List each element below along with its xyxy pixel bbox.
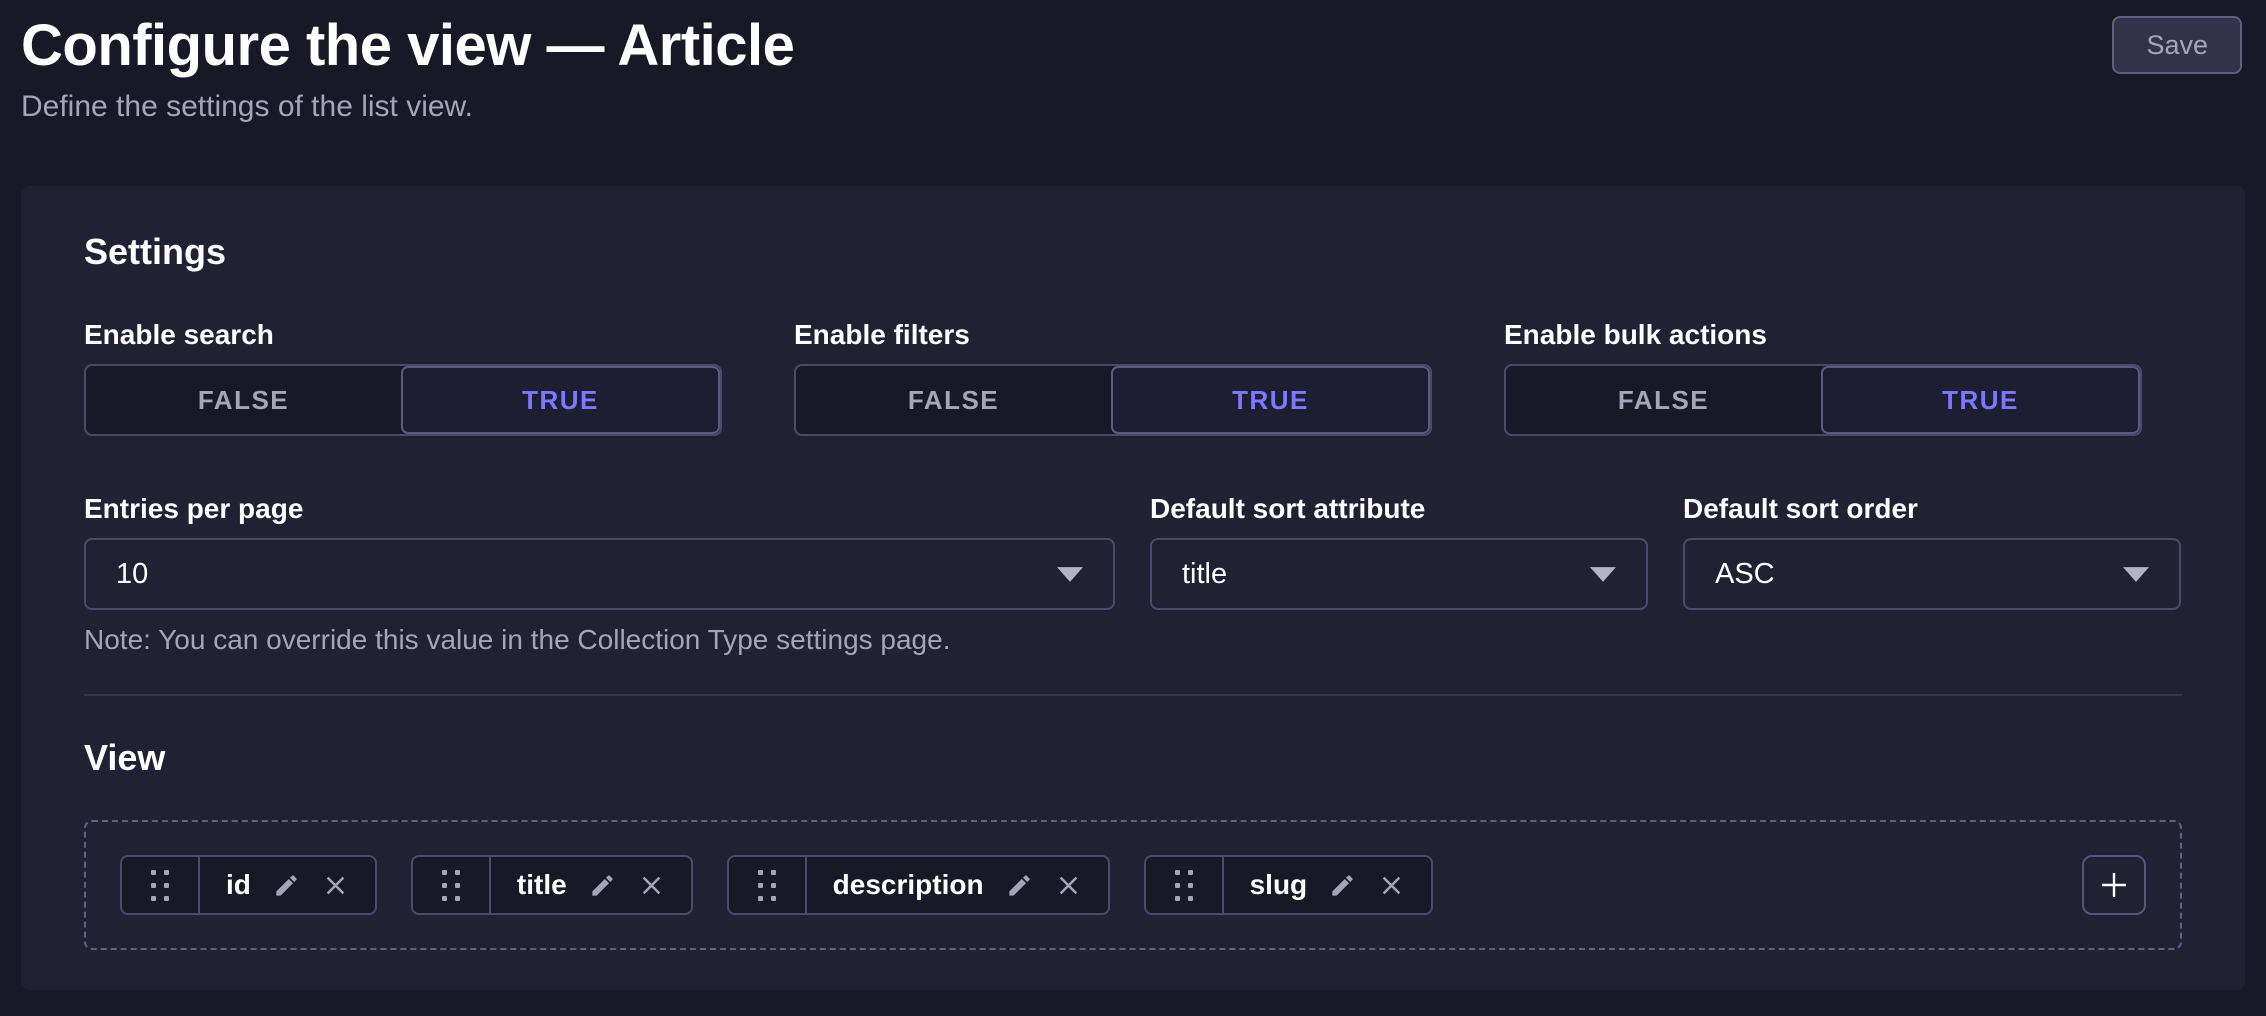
drag-handle[interactable] xyxy=(729,857,807,913)
settings-heading: Settings xyxy=(84,230,2182,274)
page-title: Configure the view — Article xyxy=(21,10,2242,82)
pencil-icon xyxy=(589,872,616,899)
drag-dots-icon xyxy=(151,870,169,901)
page-header: Configure the view — Article Define the … xyxy=(21,10,2242,124)
drag-dots-icon xyxy=(1175,870,1193,901)
plus-icon xyxy=(2097,868,2131,902)
save-button[interactable]: Save xyxy=(2112,16,2242,74)
default-sort-order-value: ASC xyxy=(1715,558,1775,591)
default-sort-order-field: Default sort order ASC xyxy=(1683,492,2181,610)
enable-search-toggle: FALSE TRUE xyxy=(84,364,722,436)
chip-body: title xyxy=(491,857,691,913)
pencil-icon xyxy=(1006,872,1033,899)
enable-filters-label: Enable filters xyxy=(794,318,1432,352)
remove-field-button[interactable] xyxy=(322,872,349,899)
enable-bulk-actions-label: Enable bulk actions xyxy=(1504,318,2142,352)
pencil-icon xyxy=(273,872,300,899)
enable-filters-option-false[interactable]: FALSE xyxy=(796,366,1111,434)
close-icon xyxy=(322,872,349,899)
drag-handle[interactable] xyxy=(1146,857,1224,913)
chip-body: description xyxy=(807,857,1108,913)
caret-down-icon xyxy=(1057,567,1083,582)
view-heading: View xyxy=(84,736,2182,780)
default-sort-attribute-value: title xyxy=(1182,558,1227,591)
enable-search-option-false[interactable]: FALSE xyxy=(86,366,401,434)
enable-bulk-actions-option-false[interactable]: FALSE xyxy=(1506,366,1821,434)
enable-search-field: Enable search FALSE TRUE xyxy=(84,318,722,436)
enable-bulk-actions-field: Enable bulk actions FALSE TRUE xyxy=(1504,318,2142,436)
caret-down-icon xyxy=(1590,567,1616,582)
toggles-row: Enable search FALSE TRUE Enable filters … xyxy=(84,318,2182,436)
selects-row: Entries per page 10 Note: You can overri… xyxy=(84,492,2182,658)
default-sort-attribute-label: Default sort attribute xyxy=(1150,492,1648,526)
drag-handle[interactable] xyxy=(413,857,491,913)
pencil-icon xyxy=(1329,872,1356,899)
page-subtitle: Define the settings of the list view. xyxy=(21,90,2242,124)
edit-field-button[interactable] xyxy=(589,872,616,899)
close-icon xyxy=(1055,872,1082,899)
close-icon xyxy=(1378,872,1405,899)
entries-per-page-hint: Note: You can override this value in the… xyxy=(84,622,1115,658)
default-sort-order-label: Default sort order xyxy=(1683,492,2181,526)
drag-dots-icon xyxy=(758,870,776,901)
enable-search-option-true[interactable]: TRUE xyxy=(401,366,720,434)
entries-per-page-select[interactable]: 10 xyxy=(84,538,1115,610)
enable-filters-field: Enable filters FALSE TRUE xyxy=(794,318,1432,436)
chip-body: slug xyxy=(1224,857,1432,913)
field-chip-title: title xyxy=(411,855,693,915)
enable-bulk-actions-toggle: FALSE TRUE xyxy=(1504,364,2142,436)
field-list-dropzone: id title xyxy=(84,820,2182,950)
field-chip-description: description xyxy=(727,855,1110,915)
close-icon xyxy=(638,872,665,899)
edit-field-button[interactable] xyxy=(273,872,300,899)
default-sort-attribute-select[interactable]: title xyxy=(1150,538,1648,610)
entries-per-page-label: Entries per page xyxy=(84,492,1115,526)
default-sort-attribute-field: Default sort attribute title xyxy=(1150,492,1648,610)
entries-per-page-value: 10 xyxy=(116,558,148,591)
enable-filters-toggle: FALSE TRUE xyxy=(794,364,1432,436)
enable-filters-option-true[interactable]: TRUE xyxy=(1111,366,1430,434)
field-chip-label: title xyxy=(517,869,567,901)
settings-card: Settings Enable search FALSE TRUE Enable… xyxy=(21,186,2245,990)
drag-handle[interactable] xyxy=(122,857,200,913)
field-chip-label: slug xyxy=(1250,869,1308,901)
field-chip-label: description xyxy=(833,869,984,901)
enable-search-label: Enable search xyxy=(84,318,722,352)
field-chip-slug: slug xyxy=(1144,855,1434,915)
section-divider xyxy=(84,694,2182,696)
enable-bulk-actions-option-true[interactable]: TRUE xyxy=(1821,366,2140,434)
remove-field-button[interactable] xyxy=(1378,872,1405,899)
configure-view-page: Configure the view — Article Define the … xyxy=(0,0,2266,1016)
remove-field-button[interactable] xyxy=(638,872,665,899)
remove-field-button[interactable] xyxy=(1055,872,1082,899)
edit-field-button[interactable] xyxy=(1006,872,1033,899)
field-chip-id: id xyxy=(120,855,377,915)
caret-down-icon xyxy=(2123,567,2149,582)
add-field-button[interactable] xyxy=(2082,855,2146,915)
chip-body: id xyxy=(200,857,375,913)
default-sort-order-select[interactable]: ASC xyxy=(1683,538,2181,610)
drag-dots-icon xyxy=(442,870,460,901)
edit-field-button[interactable] xyxy=(1329,872,1356,899)
entries-per-page-field: Entries per page 10 Note: You can overri… xyxy=(84,492,1115,658)
field-chip-label: id xyxy=(226,869,251,901)
